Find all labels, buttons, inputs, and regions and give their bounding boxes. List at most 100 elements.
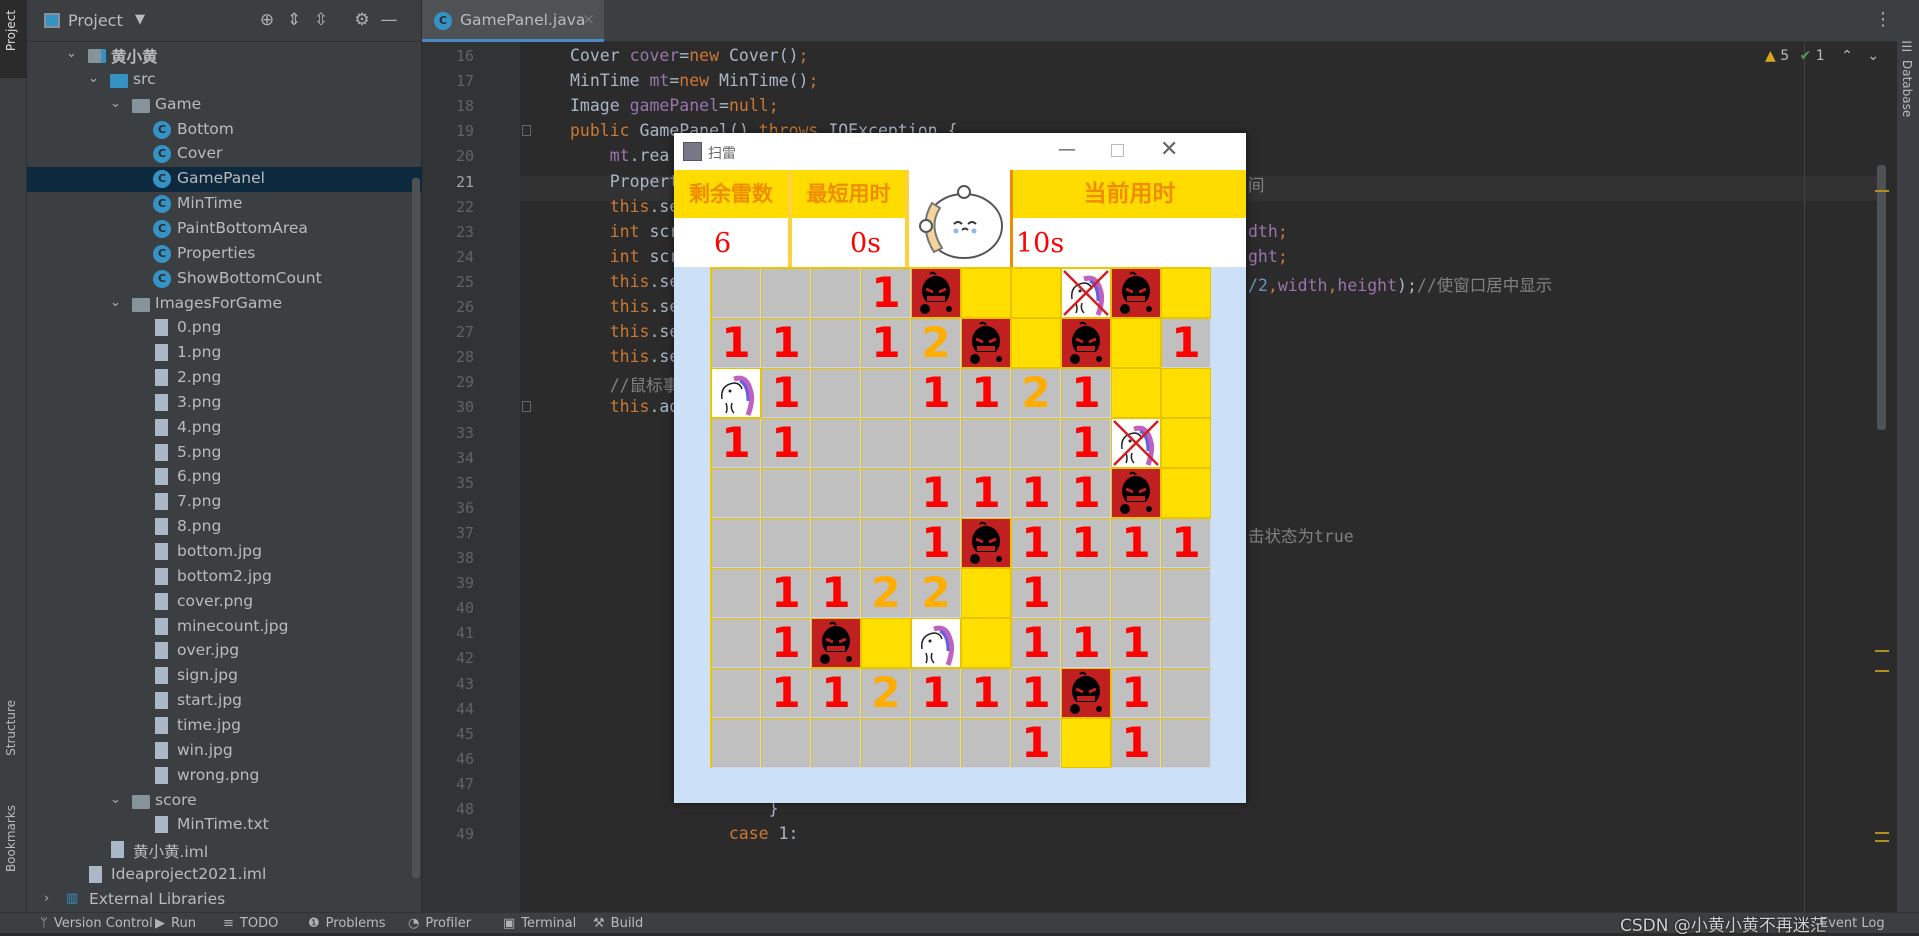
cell-number[interactable]: 1 (1011, 468, 1061, 518)
cell-mine[interactable] (1111, 468, 1161, 518)
cell-number[interactable]: 1 (1061, 368, 1111, 418)
cell-open[interactable] (961, 418, 1011, 468)
cell-open[interactable] (1011, 418, 1061, 468)
tree-item-file[interactable]: win.jpg (27, 739, 422, 764)
project-scrollbar[interactable] (412, 178, 420, 878)
collapse-all-icon[interactable]: ⇳ (311, 10, 331, 30)
warning-stripe[interactable] (1875, 670, 1889, 672)
cell-open[interactable] (811, 368, 861, 418)
cell-number[interactable]: 1 (1011, 518, 1061, 568)
cell-flag[interactable] (711, 368, 761, 418)
cell-open[interactable] (1161, 568, 1211, 618)
cell-open[interactable] (761, 268, 811, 318)
status-problems-button[interactable]: ❶ Problems (308, 916, 386, 931)
status-build-button[interactable]: ⚒ Build (593, 916, 643, 931)
cell-number[interactable]: 1 (761, 568, 811, 618)
cell-flag[interactable] (911, 618, 961, 668)
chevron-down-icon[interactable]: ⌄ (88, 71, 99, 86)
cell-open[interactable] (811, 318, 861, 368)
chevron-down-icon[interactable]: ▼ (135, 12, 145, 27)
cell-covered[interactable] (1061, 718, 1111, 768)
tree-item-file[interactable]: 8.png (27, 515, 422, 540)
cell-covered[interactable] (961, 618, 1011, 668)
cell-number[interactable]: 1 (761, 318, 811, 368)
cell-open[interactable] (711, 468, 761, 518)
cell-open[interactable] (711, 618, 761, 668)
cell-open[interactable] (711, 668, 761, 718)
minimize-button[interactable]: — (1058, 139, 1076, 160)
cell-number[interactable]: 2 (911, 568, 961, 618)
tree-item-file[interactable]: 7.png (27, 490, 422, 515)
cell-number[interactable]: 2 (1011, 368, 1061, 418)
tree-item-package[interactable]: ⌄ Game (27, 93, 422, 118)
inspection-widget[interactable]: ▲ 5 ✔ 1 ⌃ ⌄ (1765, 48, 1879, 64)
cell-covered[interactable] (1011, 268, 1061, 318)
tree-item-file[interactable]: 3.png (27, 391, 422, 416)
cell-number[interactable]: 2 (861, 568, 911, 618)
chevron-right-icon[interactable]: › (44, 891, 49, 906)
tree-item-file[interactable]: 4.png (27, 416, 422, 441)
project-tool-label[interactable]: Project (4, 10, 18, 51)
cell-covered[interactable] (961, 568, 1011, 618)
expand-all-icon[interactable]: ⇕ (284, 10, 304, 30)
status-todo-button[interactable]: ≡ TODO (223, 916, 278, 931)
cell-open[interactable] (761, 518, 811, 568)
database-tool-tab[interactable]: Database (1900, 60, 1914, 117)
cell-number[interactable]: 1 (861, 268, 911, 318)
previous-highlight-icon[interactable]: ⌃ (1841, 48, 1853, 64)
cell-covered[interactable] (961, 268, 1011, 318)
cell-open[interactable] (861, 718, 911, 768)
tree-item-file[interactable]: bottom2.jpg (27, 565, 422, 590)
cell-open[interactable] (811, 418, 861, 468)
cell-open[interactable] (861, 368, 911, 418)
cell-mine[interactable] (1111, 268, 1161, 318)
editor-scrollbar[interactable] (1877, 165, 1886, 430)
cell-open[interactable] (711, 268, 761, 318)
tree-item-file[interactable]: 2.png (27, 366, 422, 391)
cell-number[interactable]: 1 (1161, 518, 1211, 568)
cell-number[interactable]: 1 (961, 668, 1011, 718)
cell-number[interactable]: 1 (811, 568, 861, 618)
chevron-down-icon[interactable]: ⌄ (110, 295, 121, 310)
tree-item-file[interactable]: wrong.png (27, 764, 422, 789)
tree-item-class[interactable]: C MinTime (27, 192, 422, 217)
cell-number[interactable]: 1 (911, 468, 961, 518)
cell-open[interactable] (1111, 568, 1161, 618)
cell-covered[interactable] (1011, 318, 1061, 368)
cell-number[interactable]: 2 (861, 668, 911, 718)
cell-covered[interactable] (1111, 318, 1161, 368)
hide-icon[interactable]: — (379, 10, 399, 30)
cell-number[interactable]: 1 (1061, 518, 1111, 568)
tree-item-file[interactable]: start.jpg (27, 689, 422, 714)
mascot-restart-button[interactable] (912, 178, 1008, 262)
cell-covered[interactable] (1161, 418, 1211, 468)
gear-icon[interactable]: ⚙ (352, 10, 372, 30)
status-run-button[interactable]: ▶ Run (155, 916, 196, 931)
tab-gamepanel-java[interactable]: C GamePanel.java × (422, 0, 604, 42)
maximize-button[interactable] (1111, 144, 1124, 157)
tree-item-library[interactable]: › ▥ External Libraries (27, 888, 422, 913)
cell-covered[interactable] (1111, 368, 1161, 418)
cell-open[interactable] (711, 518, 761, 568)
tree-item-folder[interactable]: ⌄ src (27, 68, 422, 93)
tree-item-module[interactable]: ⌄ 黄小黄 (27, 43, 422, 68)
warning-stripe[interactable] (1875, 840, 1889, 842)
tree-item-file[interactable]: time.jpg (27, 714, 422, 739)
cell-number[interactable]: 1 (911, 668, 961, 718)
tree-item-file[interactable]: cover.png (27, 590, 422, 615)
cell-covered[interactable] (1161, 368, 1211, 418)
bookmarks-tool-tab[interactable]: Bookmarks (4, 805, 18, 872)
tree-item-file[interactable]: bottom.jpg (27, 540, 422, 565)
tree-item-package[interactable]: ⌄ ImagesForGame (27, 292, 422, 317)
cell-open[interactable] (1061, 568, 1111, 618)
cell-open[interactable] (811, 268, 861, 318)
cell-number[interactable]: 1 (1061, 468, 1111, 518)
cell-open[interactable] (811, 468, 861, 518)
cell-mine[interactable] (1061, 668, 1111, 718)
cell-number[interactable]: 1 (1011, 618, 1061, 668)
cell-covered[interactable] (1161, 268, 1211, 318)
cell-open[interactable] (911, 718, 961, 768)
cell-number[interactable]: 1 (961, 468, 1011, 518)
tree-item-file[interactable]: 黄小黄.iml (27, 838, 422, 863)
cell-number[interactable]: 1 (1111, 618, 1161, 668)
